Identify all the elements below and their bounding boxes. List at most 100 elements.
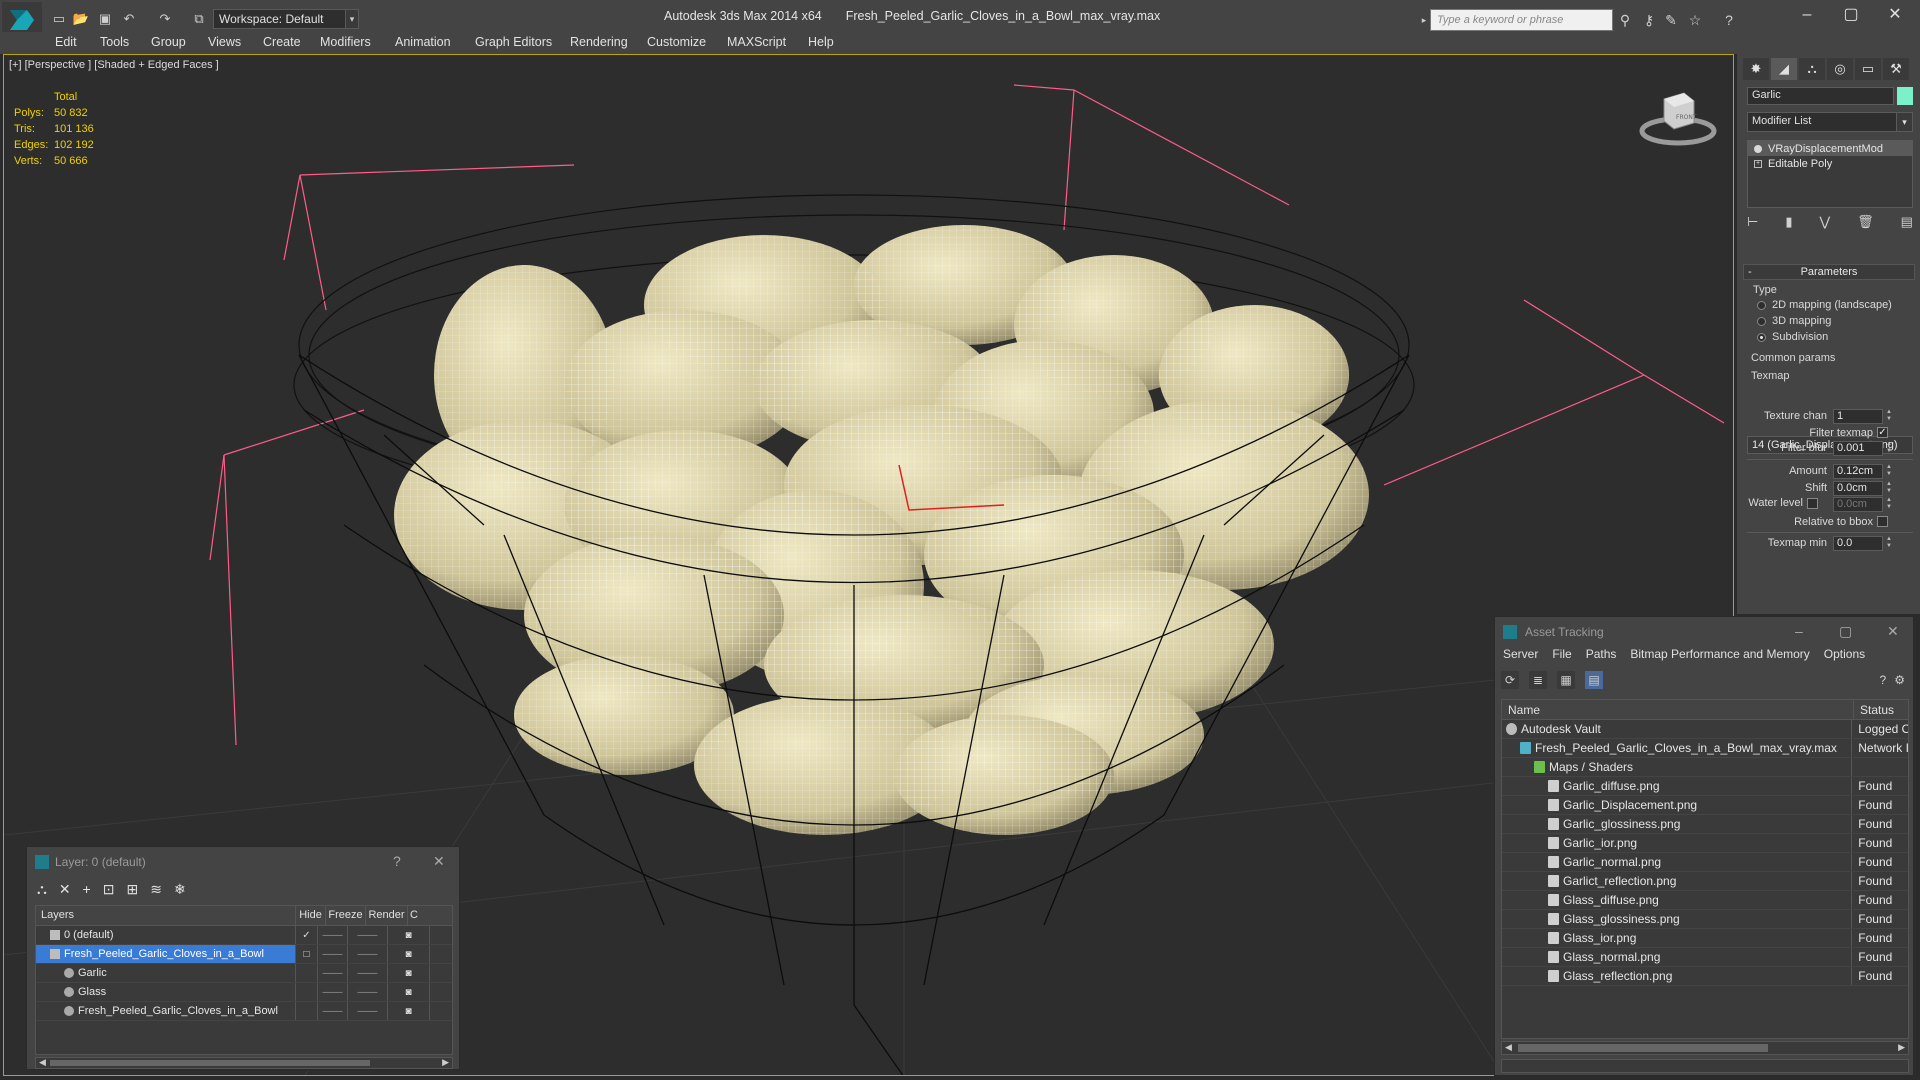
highlight-layer-icon[interactable]: ⊞ (126, 881, 138, 898)
workspace-menu-button[interactable]: ▾ (345, 9, 359, 29)
motion-tab-icon[interactable]: ◎ (1827, 58, 1853, 80)
menu-bitmap-performance[interactable]: Bitmap Performance and Memory (1630, 647, 1809, 667)
relative-bbox-checkbox[interactable] (1877, 516, 1888, 527)
asset-row[interactable]: Autodesk Vault Logged O (1502, 720, 1908, 739)
freeze-toggle[interactable]: —— (348, 945, 388, 963)
freeze-toggle[interactable]: —— (348, 964, 388, 982)
close-icon[interactable]: ✕ (1872, 4, 1918, 26)
layer-horizontal-scrollbar[interactable]: ◀ ▶ (35, 1057, 453, 1069)
asset-name-cell[interactable]: Garlic_normal.png (1502, 853, 1853, 871)
search-input[interactable]: Type a keyword or phrase (1430, 9, 1613, 31)
asset-row[interactable]: Maps / Shaders (1502, 758, 1908, 777)
spinner-arrows-icon[interactable]: ▲ ▼ (1885, 497, 1893, 512)
asset-row[interactable]: Glass_diffuse.png Found (1502, 891, 1908, 910)
radio-dot[interactable] (1757, 332, 1766, 342)
radio-3d-mapping[interactable]: 3D mapping (1757, 315, 1831, 327)
hide-toggle[interactable]: —— (318, 964, 348, 982)
show-end-result-icon[interactable]: ▮ (1785, 214, 1792, 234)
object-name-field[interactable]: Garlic (1747, 87, 1894, 105)
layer-row[interactable]: Fresh_Peeled_Garlic_Cloves_in_a_Bowl □ —— —… (36, 945, 452, 964)
object-color-swatch[interactable] (1897, 87, 1913, 105)
asset-row[interactable]: Glass_ior.png Found (1502, 929, 1908, 948)
asset-row[interactable]: Glass_glossiness.png Found (1502, 910, 1908, 929)
menu-views[interactable]: Views (208, 35, 241, 49)
layer-row[interactable]: 0 (default) ✓ —— —— ◙ (36, 926, 452, 945)
asset-row[interactable]: Glass_normal.png Found (1502, 948, 1908, 967)
scroll-right-icon[interactable]: ▶ (442, 1057, 449, 1068)
column-name[interactable]: Name (1502, 700, 1854, 719)
scroll-right-icon[interactable]: ▶ (1898, 1042, 1905, 1053)
asset-name-cell[interactable]: Glass_ior.png (1502, 929, 1853, 947)
column-render[interactable]: Render (366, 906, 408, 925)
asset-name-cell[interactable]: Glass_normal.png (1502, 948, 1853, 966)
asset-tracking-titlebar[interactable]: Asset Tracking – ▢ ✕ (1495, 617, 1913, 647)
lightbulb-icon[interactable] (1754, 144, 1762, 153)
render-toggle-icon[interactable]: ◙ (388, 945, 430, 963)
utilities-tab-icon[interactable]: ⚒ (1883, 58, 1909, 80)
menu-customize[interactable]: Customize (647, 35, 706, 49)
asset-row[interactable]: Garlic_ior.png Found (1502, 834, 1908, 853)
asset-horizontal-scrollbar[interactable]: ◀ ▶ (1501, 1041, 1909, 1055)
render-toggle-icon[interactable]: ◙ (388, 964, 430, 982)
close-icon[interactable]: ✕ (1887, 623, 1899, 640)
menu-edit[interactable]: Edit (55, 35, 77, 49)
hide-toggle[interactable]: —— (318, 983, 348, 1001)
asset-name-cell[interactable]: Garlic_diffuse.png (1502, 777, 1853, 795)
menu-tools[interactable]: Tools (100, 35, 129, 49)
asset-row[interactable]: Garlic_Displacement.png Found (1502, 796, 1908, 815)
layer-name-cell[interactable]: 0 (default) (36, 926, 296, 944)
column-status[interactable]: Status (1854, 700, 1900, 719)
help-icon[interactable]: ? (1880, 673, 1887, 687)
minimize-icon[interactable]: – (1784, 4, 1830, 26)
new-file-icon[interactable]: ▭ (50, 10, 68, 28)
texture-chan-spinner[interactable]: 1 (1833, 409, 1883, 424)
help-icon[interactable]: ? (393, 853, 401, 869)
asset-row[interactable]: Garlict_reflection.png Found (1502, 872, 1908, 891)
layer-name-cell[interactable]: Fresh_Peeled_Garlic_Cloves_in_a_Bowl (36, 1002, 296, 1020)
project-folder-icon[interactable]: ⧉ (190, 10, 208, 28)
modify-tab-icon[interactable]: ◢ (1771, 58, 1797, 80)
layer-row[interactable]: Garlic —— —— ◙ (36, 964, 452, 983)
undo-icon[interactable]: ↶ (120, 10, 138, 28)
menu-help[interactable]: Help (808, 35, 834, 49)
asset-name-cell[interactable]: Maps / Shaders (1502, 758, 1853, 776)
amount-spinner[interactable]: 0.12cm (1833, 464, 1883, 479)
radio-dot[interactable] (1757, 300, 1766, 310)
open-file-icon[interactable]: 📂 (72, 10, 90, 28)
create-layer-icon[interactable]: ⛬ (37, 881, 47, 898)
menu-animation[interactable]: Animation (395, 35, 451, 49)
radio-subdivision[interactable]: Subdivision (1757, 331, 1828, 343)
menu-group[interactable]: Group (151, 35, 186, 49)
menu-maxscript[interactable]: MAXScript (727, 35, 786, 49)
parameters-rollout[interactable]: - Parameters (1743, 264, 1915, 280)
thumbnail-view-icon[interactable]: ▦ (1557, 671, 1575, 689)
spinner-arrows-icon[interactable]: ▲ ▼ (1885, 464, 1893, 479)
asset-name-cell[interactable]: Glass_diffuse.png (1502, 891, 1853, 909)
help-icon[interactable]: ? (1720, 11, 1738, 29)
spinner-arrows-icon[interactable]: ▲ ▼ (1885, 536, 1893, 551)
layer-row[interactable]: Glass —— —— ◙ (36, 983, 452, 1002)
asset-name-cell[interactable]: Garlic_Displacement.png (1502, 796, 1853, 814)
render-toggle-icon[interactable]: ◙ (388, 983, 430, 1001)
viewcube[interactable]: FRONT (1638, 81, 1718, 151)
exchange-icon[interactable]: ✎ (1662, 11, 1680, 29)
workspace-dropdown[interactable]: Workspace: Default ▾ (213, 9, 358, 29)
scroll-left-icon[interactable]: ◀ (39, 1057, 46, 1068)
spinner-arrows-icon[interactable]: ▲ ▼ (1885, 409, 1893, 424)
asset-name-cell[interactable]: Glass_reflection.png (1502, 967, 1853, 985)
hierarchy-tab-icon[interactable]: ⛬ (1799, 58, 1825, 80)
layer-name-cell[interactable]: Fresh_Peeled_Garlic_Cloves_in_a_Bowl (36, 945, 296, 963)
current-layer-toggle[interactable] (296, 983, 318, 1001)
menu-paths[interactable]: Paths (1586, 647, 1617, 667)
asset-row[interactable]: Garlic_normal.png Found (1502, 853, 1908, 872)
make-unique-icon[interactable]: ⋁ (1819, 214, 1830, 234)
render-toggle-icon[interactable]: ◙ (388, 926, 430, 944)
column-layers[interactable]: Layers (36, 906, 296, 925)
freeze-all-layers-icon[interactable]: ❄ (174, 881, 186, 898)
asset-name-cell[interactable]: Autodesk Vault (1502, 720, 1853, 738)
maximize-icon[interactable]: ▢ (1828, 4, 1874, 26)
column-color[interactable]: C (408, 906, 448, 925)
radio-2d-mapping[interactable]: 2D mapping (landscape) (1757, 299, 1892, 311)
layer-window-titlebar[interactable]: Layer: 0 (default) ? ✕ (27, 847, 459, 877)
maximize-icon[interactable]: ▢ (1839, 623, 1852, 640)
